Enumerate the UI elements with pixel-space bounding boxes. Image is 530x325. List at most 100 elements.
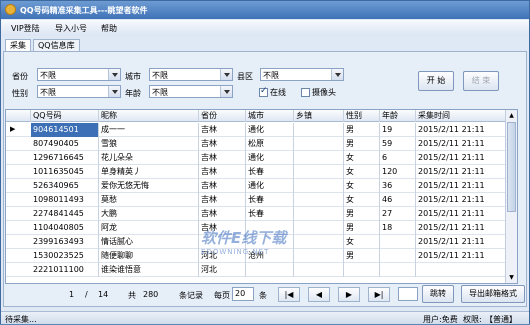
table-row[interactable]: 2221011100 谁染谁悟意 河北: [6, 263, 506, 277]
cell-time[interactable]: 2015/2/11 21:11: [416, 207, 506, 221]
column-header-age[interactable]: 年龄: [380, 110, 416, 122]
cell-province[interactable]: 河北: [199, 263, 246, 277]
cell-qq[interactable]: 2274841445: [31, 207, 99, 221]
cell-age[interactable]: 19: [380, 123, 416, 137]
cell-town[interactable]: [294, 165, 344, 179]
cell-time[interactable]: [416, 263, 506, 277]
cell-qq[interactable]: 2221011100: [31, 263, 99, 277]
gender-select[interactable]: 不限: [37, 85, 121, 98]
cell-age[interactable]: [380, 263, 416, 277]
cell-town[interactable]: [294, 263, 344, 277]
cell-gender[interactable]: 女: [344, 235, 380, 249]
scroll-thumb[interactable]: [507, 122, 516, 212]
prev-page-icon[interactable]: ◀: [308, 287, 330, 302]
cell-gender[interactable]: 男: [344, 249, 380, 263]
stop-button[interactable]: 结 束: [463, 71, 499, 91]
cell-province[interactable]: 吉林: [199, 207, 246, 221]
cell-city[interactable]: 通化: [246, 123, 294, 137]
column-header-time[interactable]: 采集时间: [416, 110, 506, 122]
cell-town[interactable]: [294, 235, 344, 249]
table-row[interactable]: ▶ 904614501 成一一 吉林 通化 男 19 2015/2/11 21:11: [6, 123, 506, 137]
cell-town[interactable]: [294, 207, 344, 221]
district-select[interactable]: 不限: [260, 68, 344, 81]
column-header-province[interactable]: 省份: [199, 110, 246, 122]
cell-gender[interactable]: 女: [344, 151, 380, 165]
checkbox-icon[interactable]: [301, 88, 310, 97]
menu-help[interactable]: 帮助: [101, 23, 117, 34]
cell-qq[interactable]: 1011635045: [31, 165, 99, 179]
cell-province[interactable]: 吉林: [199, 165, 246, 179]
cell-province[interactable]: 吉林: [199, 151, 246, 165]
cell-qq[interactable]: 1104040805: [31, 221, 99, 235]
cell-town[interactable]: [294, 221, 344, 235]
chevron-down-icon[interactable]: [220, 86, 232, 97]
menu-import-accounts[interactable]: 导入小号: [55, 23, 87, 34]
table-row[interactable]: 1011635045 单身精英丿 吉林 长春 女 120 2015/2/11 21:11: [6, 165, 506, 179]
cell-time[interactable]: 2015/2/11 21:11: [416, 165, 506, 179]
cell-age[interactable]: 18: [380, 221, 416, 235]
city-select[interactable]: 不限: [149, 68, 233, 81]
cell-town[interactable]: [294, 151, 344, 165]
cell-city[interactable]: 通化: [246, 179, 294, 193]
cell-time[interactable]: 2015/2/11 21:11: [416, 123, 506, 137]
cell-time[interactable]: 2015/2/11 21:11: [416, 179, 506, 193]
chevron-down-icon[interactable]: [220, 69, 232, 80]
cell-nickname[interactable]: 莫愁: [99, 193, 199, 207]
table-row[interactable]: 1098011493 莫愁 吉林 长春 女 46 2015/2/11 21:11: [6, 193, 506, 207]
cell-gender[interactable]: 男: [344, 123, 380, 137]
cell-nickname[interactable]: 雪狼: [99, 137, 199, 151]
cell-gender[interactable]: 女: [344, 165, 380, 179]
cell-city[interactable]: 通化: [246, 151, 294, 165]
chevron-down-icon[interactable]: [108, 86, 120, 97]
cell-qq[interactable]: 1296716645: [31, 151, 99, 165]
cell-age[interactable]: 120: [380, 165, 416, 179]
cell-qq[interactable]: 526340965: [31, 179, 99, 193]
cell-qq[interactable]: 1098011493: [31, 193, 99, 207]
scroll-down-icon[interactable]: ▼: [506, 272, 517, 283]
cell-age[interactable]: 59: [380, 137, 416, 151]
cell-town[interactable]: [294, 137, 344, 151]
age-select[interactable]: 不限: [149, 85, 233, 98]
table-row[interactable]: 1296716645 花儿朵朵 吉林 通化 女 6 2015/2/11 21:11: [6, 151, 506, 165]
tab-collect[interactable]: 采集: [5, 39, 31, 51]
cell-time[interactable]: 2015/2/11 21:11: [416, 151, 506, 165]
first-page-icon[interactable]: |◀: [278, 287, 300, 302]
cell-gender[interactable]: 男: [344, 221, 380, 235]
cell-gender[interactable]: [344, 263, 380, 277]
menu-vip-login[interactable]: VIP登陆: [11, 23, 40, 34]
cell-gender[interactable]: 男: [344, 207, 380, 221]
province-select[interactable]: 不限: [37, 68, 121, 81]
next-page-icon[interactable]: ▶: [338, 287, 360, 302]
scroll-up-icon[interactable]: ▲: [506, 110, 517, 121]
cell-city[interactable]: [246, 263, 294, 277]
column-header-nickname[interactable]: 昵称: [99, 110, 199, 122]
cell-province[interactable]: 吉林: [199, 179, 246, 193]
cell-city[interactable]: 松原: [246, 137, 294, 151]
camera-checkbox[interactable]: 摄像头: [301, 87, 336, 98]
cell-town[interactable]: [294, 193, 344, 207]
column-header-city[interactable]: 城市: [246, 110, 294, 122]
online-checkbox[interactable]: 在线: [259, 86, 286, 98]
cell-age[interactable]: 46: [380, 193, 416, 207]
last-page-icon[interactable]: ▶|: [368, 287, 390, 302]
cell-nickname[interactable]: 单身精英丿: [99, 165, 199, 179]
cell-gender[interactable]: 女: [344, 179, 380, 193]
per-page-input[interactable]: 20: [232, 287, 254, 301]
cell-time[interactable]: 2015/2/11 21:11: [416, 249, 506, 263]
checkbox-checked-icon[interactable]: [259, 86, 268, 97]
table-row[interactable]: 2274841445 大鹏 吉林 长春 男 27 2015/2/11 21:11: [6, 207, 506, 221]
cell-nickname[interactable]: 成一一: [99, 123, 199, 137]
cell-nickname[interactable]: 爱你无悠无悔: [99, 179, 199, 193]
vertical-scrollbar[interactable]: ▲ ▼: [505, 110, 517, 283]
cell-town[interactable]: [294, 123, 344, 137]
cell-city[interactable]: 长春: [246, 165, 294, 179]
cell-nickname[interactable]: 随便聊聊: [99, 249, 199, 263]
start-button[interactable]: 开 始: [418, 71, 454, 91]
chevron-down-icon[interactable]: [108, 69, 120, 80]
column-header-qq[interactable]: QQ号码: [31, 110, 99, 122]
column-header-gender[interactable]: 性别: [344, 110, 380, 122]
cell-qq[interactable]: 904614501: [31, 123, 99, 137]
cell-town[interactable]: [294, 179, 344, 193]
cell-town[interactable]: [294, 249, 344, 263]
cell-time[interactable]: 2015/2/11 21:11: [416, 235, 506, 249]
